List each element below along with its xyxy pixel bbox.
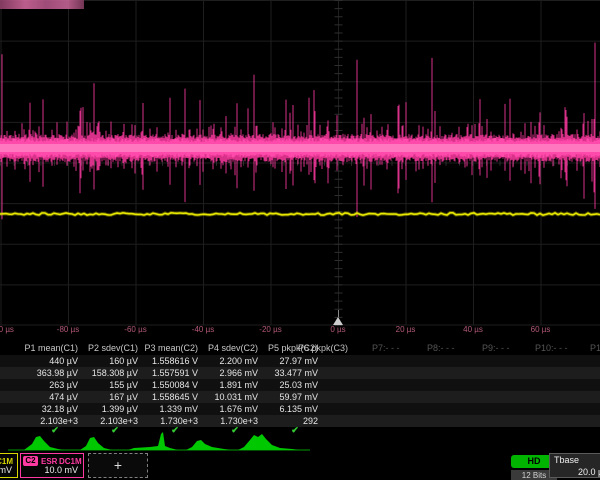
measurement-cell: 363.98 µV	[20, 367, 78, 379]
param-header-p7[interactable]: P7:- - -	[372, 343, 400, 353]
measurement-cell: 10.031 mV	[200, 391, 258, 403]
timebase-descriptor[interactable]: Tbase 20.0 µs	[549, 453, 600, 478]
time-axis-tick-label: 40 µs	[451, 325, 495, 334]
c2-chip: C2	[23, 456, 38, 466]
measurement-cell: 440 µV	[20, 355, 78, 367]
measurement-cell: 59.97 mV	[260, 391, 318, 403]
param-header-p6[interactable]: P6 pkpk(C3)	[298, 343, 348, 353]
measurement-cell: 158.308 µV	[80, 367, 138, 379]
status-check-icon: ✔	[220, 425, 250, 436]
measurement-cell: 6.135 mV	[260, 403, 318, 415]
oscilloscope-screen: -100 µs -80 µs -60 µs -40 µs -20 µs 0 µs 20 µs…	[0, 0, 600, 480]
measurement-cell: 32.18 µV	[20, 403, 78, 415]
measurement-cell: 27.97 mV	[260, 355, 318, 367]
histicon-p1[interactable]	[24, 436, 64, 450]
time-axis-tick-label: -20 µs	[249, 325, 293, 334]
measurement-cell: 1.676 mV	[200, 403, 258, 415]
measurement-cell: 33.477 mV	[260, 367, 318, 379]
status-check-icon: ✔	[160, 425, 190, 436]
c2-vdiv-value: 10.0 mV	[44, 465, 78, 475]
param-header-p3[interactable]: P3 mean(C2)	[140, 343, 198, 353]
measurement-cell: 25.03 mV	[260, 379, 318, 391]
bottom-toolbar: C1 DC1M 10.0 mV C2 ESR DC1M 10.0 mV + HD…	[0, 452, 600, 480]
param-header-p4[interactable]: P4 sdev(C2)	[200, 343, 258, 353]
time-axis-tick-label: -100 µs	[0, 325, 23, 334]
time-axis-tick-label: 60 µs	[519, 325, 563, 334]
timebase-title: Tbase	[554, 455, 579, 465]
status-check-icon: ✔	[100, 425, 130, 436]
measurement-cell: 1.550084 V	[140, 379, 198, 391]
measurement-cell: 2.200 mV	[200, 355, 258, 367]
measurement-cell: 167 µV	[80, 391, 138, 403]
status-check-icon: ✔	[280, 425, 310, 436]
time-axis-tick-label: -40 µs	[181, 325, 225, 334]
time-axis-tick-label: -60 µs	[114, 325, 158, 334]
measurement-cell: 474 µV	[20, 391, 78, 403]
c1-vdiv-value: 10.0 mV	[0, 465, 12, 475]
histicon-p2[interactable]	[80, 437, 112, 450]
measurement-cell: 1.558645 V	[140, 391, 198, 403]
measurement-cell: 1.339 mV	[140, 403, 198, 415]
add-trace-button[interactable]: +	[88, 453, 148, 478]
param-header-p8[interactable]: P8:- - -	[427, 343, 455, 353]
measurement-cell: 1.891 mV	[200, 379, 258, 391]
param-header-p1[interactable]: P1 mean(C1)	[20, 343, 78, 353]
measurement-cell: 1.399 µV	[80, 403, 138, 415]
measurement-cell: 2.966 mV	[200, 367, 258, 379]
measurement-cell: 263 µV	[20, 379, 78, 391]
measurement-cell: 1.557591 V	[140, 367, 198, 379]
time-axis-tick-label: 0 µs	[316, 325, 360, 334]
time-axis-tick-label: 20 µs	[384, 325, 428, 334]
histicon-p5[interactable]	[238, 434, 300, 450]
measurement-cell: 1.558616 V	[140, 355, 198, 367]
time-axis-tick-label: -80 µs	[46, 325, 90, 334]
channel-c1-descriptor[interactable]: C1 DC1M 10.0 mV	[0, 453, 18, 478]
channel-c2-descriptor[interactable]: C2 ESR DC1M 10.0 mV	[20, 453, 84, 478]
param-header-p9[interactable]: P9:- - -	[482, 343, 510, 353]
param-header-p10[interactable]: P10:- - -	[535, 343, 568, 353]
status-check-icon: ✔	[40, 425, 70, 436]
cropped-ui-fragment	[0, 0, 84, 9]
measurement-cell: 160 µV	[80, 355, 138, 367]
param-header-p11[interactable]: P11:- - -	[590, 343, 600, 353]
histicon-p4[interactable]	[186, 440, 232, 450]
timebase-tdiv-value: 20.0 µs	[578, 467, 600, 477]
measurement-cell: 155 µV	[80, 379, 138, 391]
param-header-p2[interactable]: P2 sdev(C1)	[80, 343, 138, 353]
trigger-position-marker	[333, 317, 343, 325]
